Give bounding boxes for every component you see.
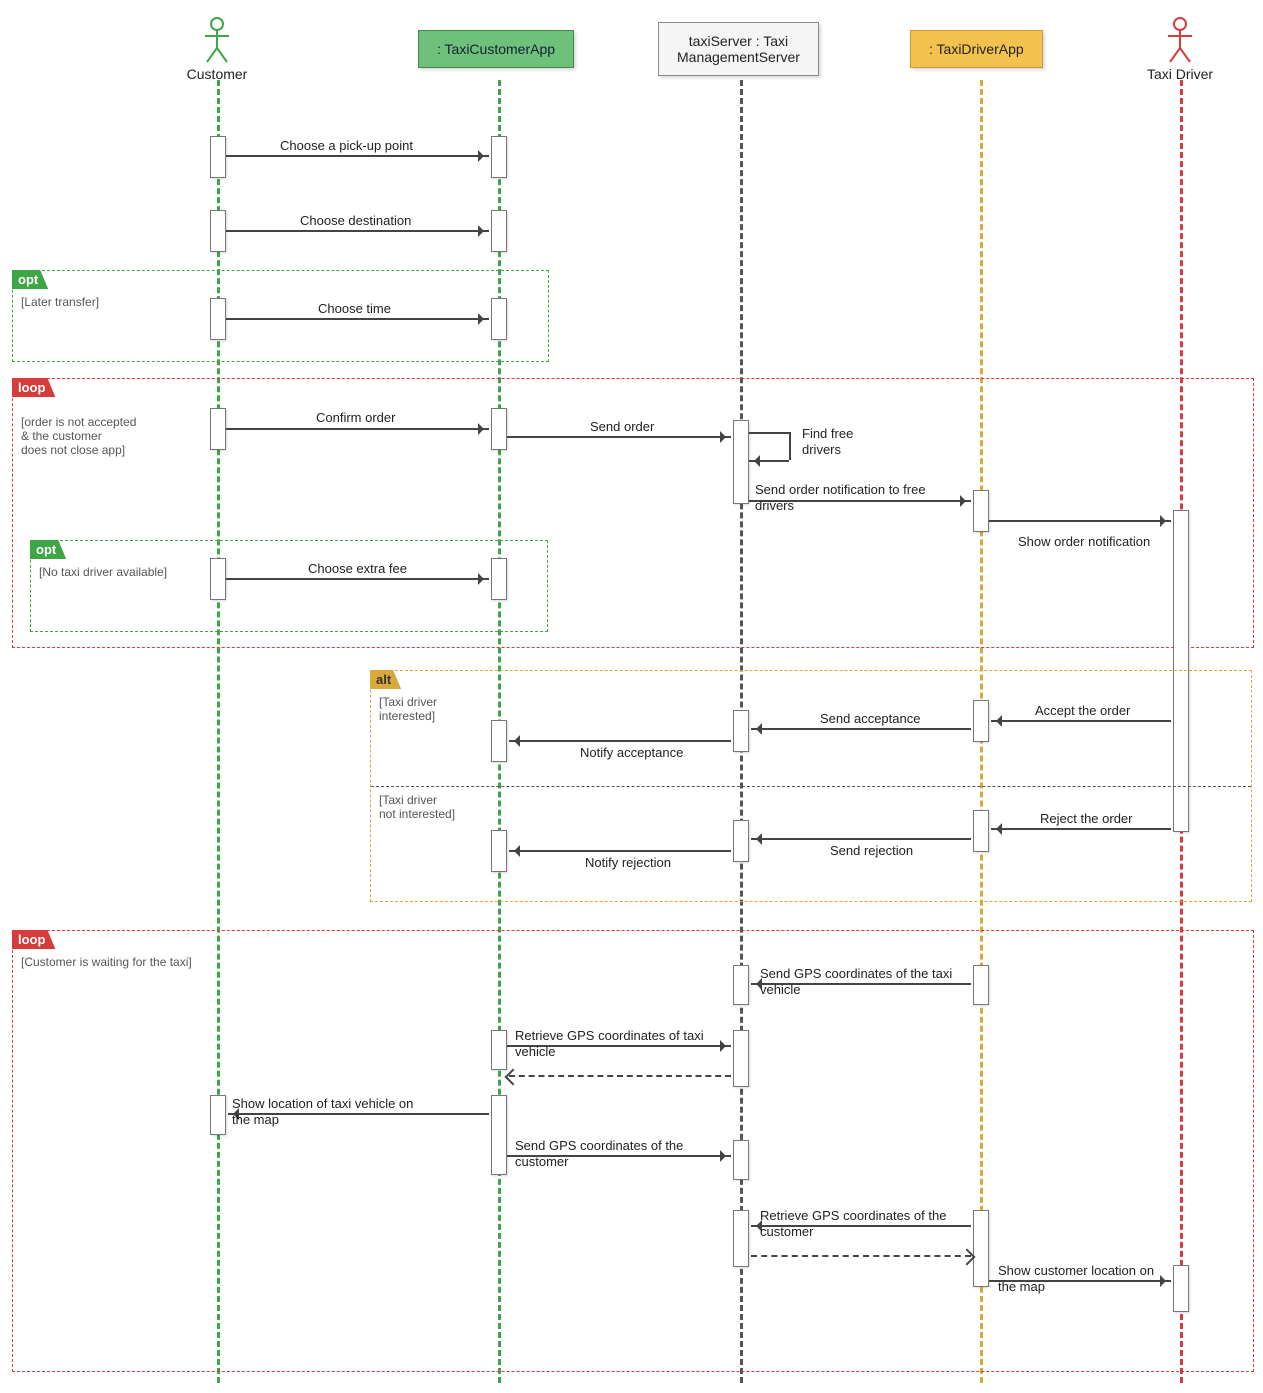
lifeline-header: : TaxiDriverApp — [910, 30, 1043, 68]
activation-bar — [973, 700, 989, 742]
activation-bar — [491, 1030, 507, 1070]
message-label: Send acceptance — [820, 711, 920, 726]
message-label: Notify rejection — [585, 855, 671, 870]
message-label: Send GPS coordinates of the customer — [515, 1138, 715, 1171]
message-label: Choose time — [318, 301, 391, 316]
message-label: Retrieve GPS coordinates of the customer — [760, 1208, 960, 1241]
activation-bar — [491, 408, 507, 450]
activation-bar — [973, 1210, 989, 1287]
activation-bar — [491, 1095, 507, 1175]
activation-bar — [491, 720, 507, 762]
message-label: Confirm order — [316, 410, 395, 425]
activation-bar — [491, 558, 507, 600]
activation-bar — [973, 490, 989, 532]
message-label: Reject the order — [1040, 811, 1133, 826]
message-arrow — [226, 230, 489, 232]
activation-bar — [210, 558, 226, 600]
message-arrow — [226, 428, 489, 430]
activation-bar — [210, 1095, 226, 1135]
stick-figure-icon — [201, 16, 233, 64]
message-arrow — [509, 740, 731, 742]
activation-bar — [491, 830, 507, 872]
message-label: Notify acceptance — [580, 745, 683, 760]
activation-bar — [210, 136, 226, 178]
activation-bar — [491, 136, 507, 178]
message-label: Send rejection — [830, 843, 913, 858]
activation-bar — [733, 710, 749, 752]
frame-opt: opt [No taxi driver available] — [30, 540, 548, 632]
frame-tag: opt — [12, 270, 48, 289]
message-label: Choose extra fee — [308, 561, 407, 576]
frame-tag: loop — [12, 378, 55, 397]
activation-bar — [733, 1210, 749, 1267]
guard: [Customer is waiting for the taxi] — [21, 955, 192, 969]
message-label: Show location of taxi vehicle on the map — [232, 1096, 432, 1129]
activation-bar — [973, 965, 989, 1005]
message-arrow — [751, 728, 971, 730]
activation-bar — [733, 820, 749, 862]
guard: [No taxi driver available] — [39, 565, 167, 579]
activation-bar — [733, 965, 749, 1005]
activation-bar — [733, 1140, 749, 1180]
message-label: Choose a pick-up point — [280, 138, 413, 153]
return-arrow — [751, 1255, 971, 1257]
frame-tag: loop — [12, 930, 55, 949]
actor-customer: Customer — [157, 16, 277, 82]
activation-bar — [733, 420, 749, 504]
message-arrow — [226, 578, 489, 580]
message-label: Send order — [590, 419, 654, 434]
frame-tag: opt — [30, 540, 66, 559]
message-label: Choose destination — [300, 213, 411, 228]
message-arrow — [509, 850, 731, 852]
lifeline-header: : TaxiCustomerApp — [418, 30, 574, 68]
guard: [Taxi driver interested] — [379, 695, 437, 723]
activation-bar — [973, 810, 989, 852]
message-arrow — [226, 318, 489, 320]
message-label: Retrieve GPS coordinates of taxi vehicle — [515, 1028, 715, 1061]
message-label: Send GPS coordinates of the taxi vehicle — [760, 966, 960, 999]
stick-figure-icon — [1164, 16, 1196, 64]
message-label: Find free drivers — [802, 426, 882, 459]
activation-bar — [1173, 1265, 1189, 1312]
message-label: Send order notification to free drivers — [755, 482, 965, 515]
activation-bar — [733, 1030, 749, 1087]
actor-label: Customer — [157, 66, 277, 82]
activation-bar — [210, 298, 226, 340]
frame-opt: opt [Later transfer] — [12, 270, 549, 362]
activation-bar — [491, 298, 507, 340]
frame-tag: alt — [370, 670, 401, 689]
return-arrow — [509, 1075, 731, 1077]
sequence-diagram: Customer : TaxiCustomerApp taxiServer : … — [0, 0, 1263, 1393]
message-arrow — [991, 720, 1171, 722]
guard: [Taxi driver not interested] — [379, 793, 455, 821]
actor-driver: Taxi Driver — [1120, 16, 1240, 82]
message-label: Show order notification — [1018, 534, 1150, 549]
message-arrow — [507, 436, 731, 438]
message-label: Accept the order — [1035, 703, 1130, 718]
activation-bar — [210, 408, 226, 450]
lifeline-header: taxiServer : TaxiManagementServer — [658, 22, 819, 76]
guard: [order is not accepted & the customer do… — [21, 415, 136, 457]
message-arrow — [991, 828, 1171, 830]
message-arrow — [226, 155, 489, 157]
activation-bar — [491, 210, 507, 252]
guard: [Later transfer] — [21, 295, 99, 309]
actor-label: Taxi Driver — [1120, 66, 1240, 82]
message-label: Show customer location on the map — [998, 1263, 1168, 1296]
activation-bar — [210, 210, 226, 252]
message-arrow — [989, 520, 1171, 522]
message-arrow — [751, 838, 971, 840]
alt-divider — [371, 786, 1251, 787]
